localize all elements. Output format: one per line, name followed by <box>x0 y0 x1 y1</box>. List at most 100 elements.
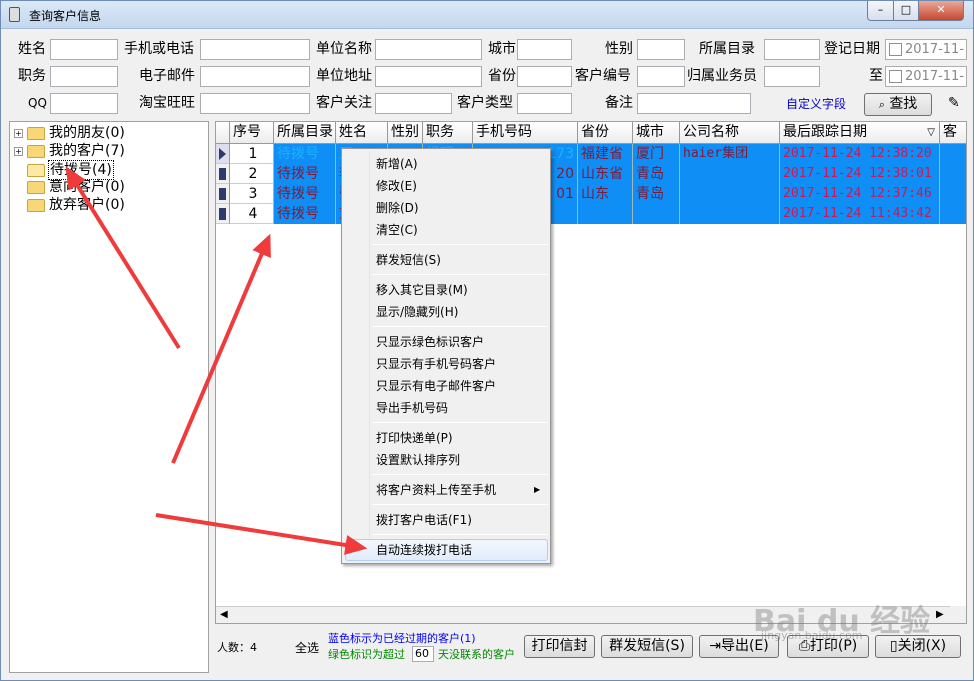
reg-date-from-field[interactable]: 2017-11- <box>885 39 967 60</box>
note-field[interactable] <box>637 93 751 114</box>
bulk-sms-button[interactable]: 群发短信(S) <box>601 635 693 658</box>
cell-city: 青岛 <box>633 184 680 204</box>
focus-field[interactable] <box>375 93 452 114</box>
close-button-label: 关闭(X) <box>897 638 947 654</box>
cell-last-track: 2017-11-24 11:43:42 <box>780 204 940 224</box>
title-field[interactable] <box>50 66 118 87</box>
address-field[interactable] <box>375 66 482 87</box>
row-indicator <box>216 184 230 204</box>
cell-more <box>940 184 966 204</box>
menu-item-add[interactable]: 新增(A) <box>376 153 418 175</box>
cell-no: 2 <box>230 164 274 184</box>
province-field[interactable] <box>517 66 572 87</box>
scroll-left-icon[interactable]: ◀ <box>220 609 228 620</box>
open-folder-icon <box>27 163 45 177</box>
grid-header: 序号 所属目录 姓名 性别 职务 手机号码 省份 城市 公司名称 最后跟踪日期 … <box>216 122 966 144</box>
close-window-button[interactable]: ✕ <box>918 1 964 21</box>
menu-item-green-only[interactable]: 只显示绿色标识客户 <box>376 331 484 353</box>
expand-icon[interactable]: + <box>14 128 23 138</box>
col-header-more[interactable]: 客 <box>940 122 966 144</box>
phone-field[interactable] <box>200 39 310 60</box>
cell-more <box>940 144 966 164</box>
customer-grid[interactable]: 序号 所属目录 姓名 性别 职务 手机号码 省份 城市 公司名称 最后跟踪日期 … <box>215 121 967 624</box>
menu-separator <box>372 326 548 327</box>
title-bar[interactable]: 查询客户信息 – □ ✕ <box>1 1 973 29</box>
select-all-link[interactable]: 全选 <box>295 641 319 655</box>
expand-icon[interactable]: + <box>14 146 23 156</box>
col-header-catalog[interactable]: 所属目录 <box>274 122 336 144</box>
col-header-mobile[interactable]: 手机号码 <box>473 122 578 144</box>
reg-date-to-field[interactable]: 2017-11- <box>885 66 967 87</box>
catalog-field[interactable] <box>764 39 820 60</box>
scroll-right-icon[interactable]: ▶ <box>936 609 944 620</box>
col-header-name[interactable]: 姓名 <box>336 122 388 144</box>
customer-no-field[interactable] <box>637 66 685 87</box>
row-indicator <box>216 164 230 184</box>
table-row[interactable]: 4 待拨号 刘 2017-11-24 11:43:42 <box>216 204 966 224</box>
gender-field[interactable] <box>637 39 685 60</box>
col-header-province[interactable]: 省份 <box>578 122 633 144</box>
menu-item-toggle-columns[interactable]: 显示/隐藏列(H) <box>376 301 458 323</box>
menu-item-print-waybill[interactable]: 打印快递单(P) <box>376 427 453 449</box>
tree-item-my-customers[interactable]: + 我的客户(7) <box>14 142 126 160</box>
table-row[interactable]: 3 待拨号 张 01 山东 青岛 2017-11-24 12:37:46 <box>216 184 966 204</box>
menu-item-auto-dial[interactable]: 自动连续拨打电话 <box>376 539 472 561</box>
row-indicator <box>216 144 230 164</box>
table-row[interactable]: 2 待拨号 李 20 山东省 青岛 2017-11-24 12:38:01 <box>216 164 966 184</box>
catalog-tree[interactable]: +我的朋友(0) +我的客户(7) 待拨号(4) 意向客户(0) 放弃客户(0) <box>9 121 209 673</box>
name-field[interactable] <box>50 39 118 60</box>
menu-item-upload-to-phone[interactable]: 将客户资料上传至手机 <box>376 479 496 501</box>
taobao-field[interactable] <box>200 93 310 114</box>
context-menu[interactable]: 新增(A) 修改(E) 删除(D) 清空(C) 群发短信(S) 移入其它目录(M… <box>341 148 551 564</box>
menu-item-has-email[interactable]: 只显示有电子邮件客户 <box>376 375 496 397</box>
city-field[interactable] <box>517 39 572 60</box>
tree-item-friends[interactable]: + 我的朋友(0) <box>14 124 126 142</box>
door-icon: ▯ <box>889 638 898 654</box>
address-label: 单位地址 <box>316 68 372 84</box>
menu-item-has-mobile[interactable]: 只显示有手机号码客户 <box>376 353 496 375</box>
menu-item-edit[interactable]: 修改(E) <box>376 175 417 197</box>
company-field[interactable] <box>375 39 482 60</box>
customer-no-label: 客户编号 <box>575 68 631 84</box>
menu-item-call-customer[interactable]: 拨打客户电话(F1) <box>376 509 472 531</box>
col-header-last-track-label: 最后跟踪日期 <box>783 124 867 140</box>
col-header-city[interactable]: 城市 <box>633 122 680 144</box>
brush-icon[interactable]: ✎ <box>948 95 968 113</box>
print-envelope-button[interactable]: 打印信封 <box>524 635 595 658</box>
province-label: 省份 <box>488 68 516 84</box>
tree-item-label: 我的客户(7) <box>49 143 125 159</box>
catalog-label: 所属目录 <box>699 41 755 57</box>
search-button[interactable]: ⌕ 查找 <box>864 93 932 116</box>
tree-item-abandoned[interactable]: 放弃客户(0) <box>14 196 126 214</box>
custom-fields-link[interactable]: 自定义字段 <box>786 94 846 114</box>
menu-item-default-sort[interactable]: 设置默认排序列 <box>376 449 460 471</box>
minimize-button[interactable]: – <box>867 1 894 21</box>
type-field[interactable] <box>517 93 572 114</box>
menu-item-clear[interactable]: 清空(C) <box>376 219 418 241</box>
salesperson-field[interactable] <box>764 66 820 87</box>
maximize-button[interactable]: □ <box>893 1 919 21</box>
overdue-days-field[interactable]: 60 <box>412 646 434 662</box>
email-field[interactable] <box>200 66 310 87</box>
col-header-company[interactable]: 公司名称 <box>680 122 780 144</box>
col-header-last-track[interactable]: 最后跟踪日期 ▽ <box>780 122 940 144</box>
col-header-gender[interactable]: 性别 <box>388 122 423 144</box>
qq-field[interactable] <box>50 93 118 114</box>
cell-city <box>633 204 680 224</box>
green-legend-suffix: 天没联系的客户 <box>438 648 515 661</box>
menu-item-bulk-sms[interactable]: 群发短信(S) <box>376 249 441 271</box>
menu-item-delete[interactable]: 删除(D) <box>376 197 419 219</box>
menu-item-move-catalog[interactable]: 移入其它目录(M) <box>376 279 468 301</box>
table-row[interactable]: 1 待拨号 王 经理 173 福建省 厦门 haier集团 2017-11-24… <box>216 144 966 164</box>
cell-city: 厦门 <box>633 144 680 164</box>
taobao-label: 淘宝旺旺 <box>139 95 195 111</box>
folder-icon <box>27 198 45 212</box>
col-header-title[interactable]: 职务 <box>423 122 473 144</box>
col-header-no[interactable]: 序号 <box>230 122 274 144</box>
reg-date-to-checkbox[interactable] <box>889 70 902 83</box>
count-label: 人数：4 <box>217 641 257 654</box>
qq-label: QQ <box>28 96 47 110</box>
menu-item-export-mobiles[interactable]: 导出手机号码 <box>376 397 448 419</box>
reg-date-from-checkbox[interactable] <box>889 43 902 56</box>
header-indicator <box>216 122 230 144</box>
